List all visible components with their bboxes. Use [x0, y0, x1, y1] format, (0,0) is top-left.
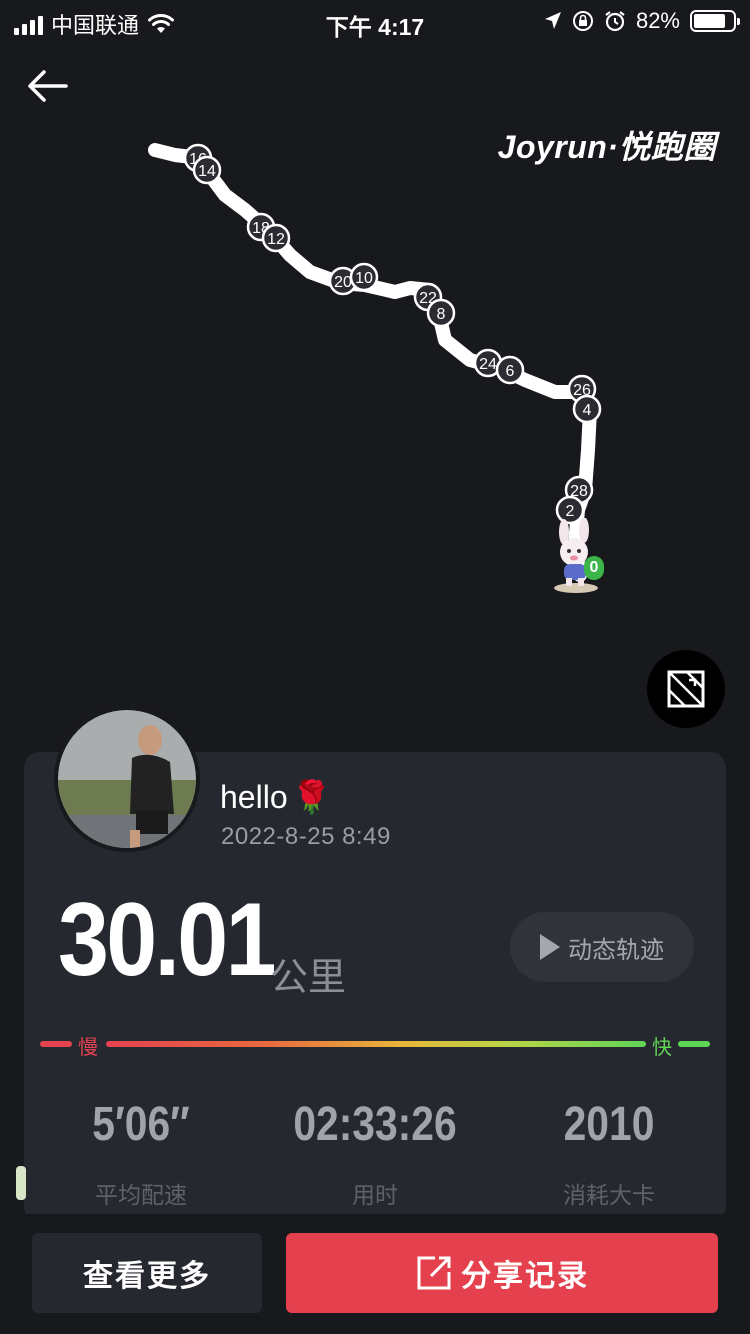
duration-value: 02:33:26 [293, 1098, 457, 1151]
distance-value: 30.01 [58, 882, 276, 998]
route-path [148, 143, 597, 582]
km-marker: 14 [192, 155, 222, 185]
fullscreen-button[interactable] [647, 650, 725, 728]
start-marker: 0 [584, 556, 604, 580]
km-marker-label: 6 [506, 363, 515, 380]
duration-label: 用时 [352, 1181, 398, 1208]
play-icon [540, 934, 560, 960]
view-more-button[interactable]: 查看更多 [32, 1233, 262, 1313]
replay-track-button[interactable]: 动态轨迹 [510, 912, 694, 982]
avatar[interactable] [54, 706, 200, 852]
username-text: hello [220, 778, 288, 815]
slow-bar [40, 1041, 72, 1047]
share-icon [417, 1256, 451, 1290]
stat-duration: 02:33:26 用时 [258, 1096, 492, 1210]
speed-legend: 慢 快 [40, 1031, 710, 1059]
calories-value: 2010 [563, 1098, 655, 1151]
calories-label: 消耗大卡 [563, 1181, 655, 1208]
brand-logo: Joyrun·悦跑圈 [497, 129, 716, 165]
km-marker-label: 14 [198, 163, 216, 180]
speed-gradient [106, 1041, 646, 1047]
stats-row: 5′06″ 平均配速 02:33:26 用时 2010 消耗大卡 [24, 1096, 726, 1216]
username: hello 🌹 [220, 778, 331, 816]
rose-emoji: 🌹 [291, 779, 332, 815]
km-marker: 6 [495, 355, 525, 385]
distance-unit: 公里 [270, 957, 347, 999]
slow-label: 慢 [78, 1037, 98, 1059]
side-handle[interactable] [16, 1166, 26, 1200]
avatar-photo [58, 710, 196, 848]
km-marker-label: 24 [479, 356, 497, 373]
km-marker: 10 [349, 262, 379, 292]
fast-label: 快 [652, 1037, 672, 1059]
km-marker-label: 12 [267, 231, 285, 248]
km-marker-label: 8 [437, 306, 446, 323]
stat-calories: 2010 消耗大卡 [492, 1096, 726, 1210]
pace-label: 平均配速 [95, 1181, 187, 1208]
share-label: 分享记录 [461, 1260, 589, 1293]
km-marker-label: 10 [355, 270, 373, 287]
pace-value: 5′06″ [92, 1098, 190, 1151]
km-marker-label: 20 [334, 274, 352, 291]
stat-pace: 5′06″ 平均配速 [24, 1096, 258, 1210]
km-marker-label: 4 [583, 402, 592, 419]
share-record-button[interactable]: 分享记录 [286, 1233, 718, 1313]
km-marker: 4 [572, 394, 602, 424]
km-marker: 12 [261, 223, 291, 253]
route-map: 161418122010228246264282 [148, 143, 602, 582]
fullscreen-icon [667, 670, 705, 708]
km-markers: 161418122010228246264282 [183, 143, 602, 525]
run-date: 2022-8-25 8:49 [221, 823, 391, 850]
fast-bar [678, 1041, 710, 1047]
bottom-action-bar: 查看更多 分享记录 [0, 1214, 750, 1334]
km-marker: 8 [426, 298, 456, 328]
back-arrow-icon[interactable] [24, 66, 72, 106]
replay-label: 动态轨迹 [568, 936, 664, 964]
